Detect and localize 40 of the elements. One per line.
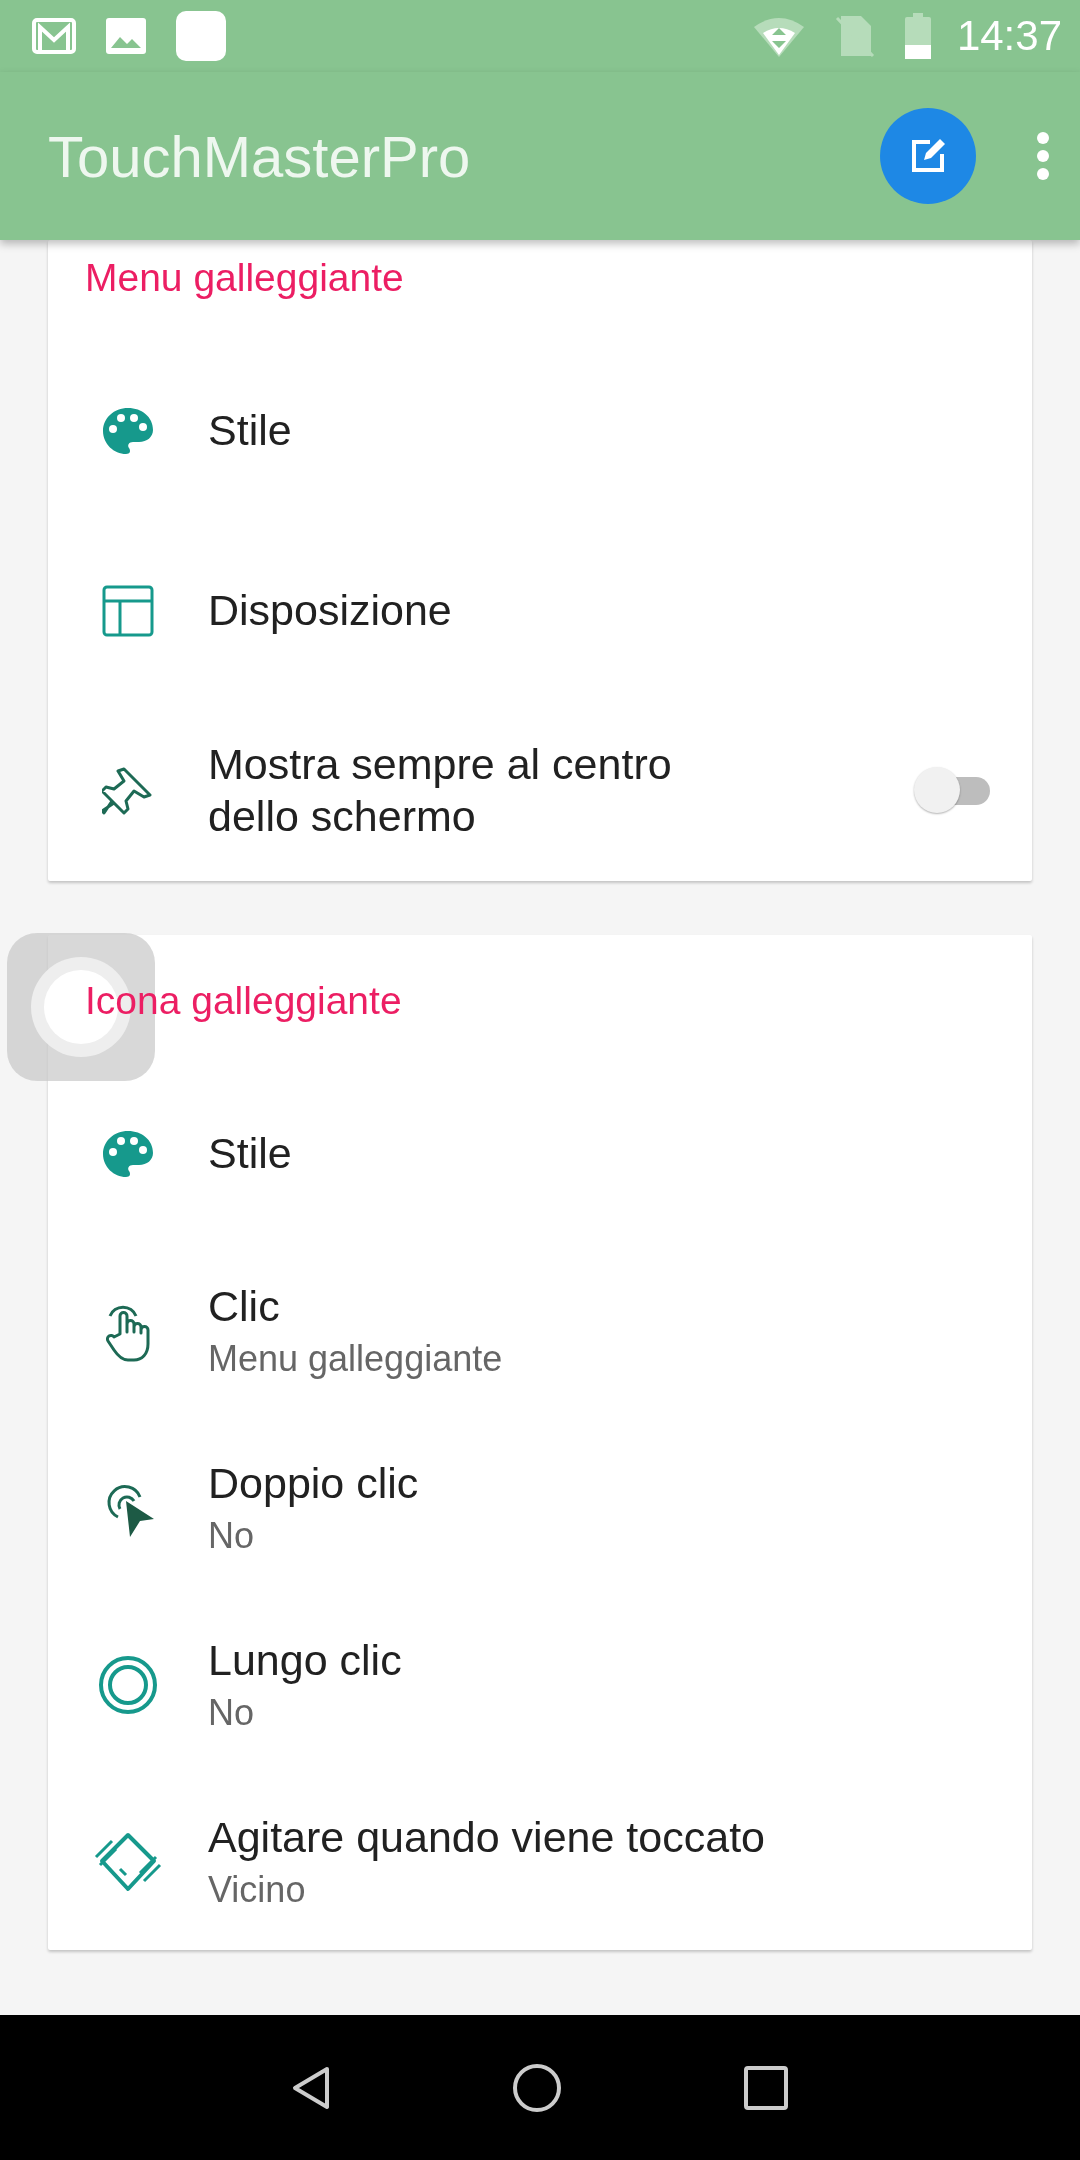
item-title: Doppio clic — [208, 1457, 420, 1509]
item-title: Agitare quando viene toccato — [208, 1811, 766, 1863]
palette-icon — [102, 407, 154, 455]
wifi-icon — [752, 15, 805, 57]
menu-icon — [1036, 131, 1050, 181]
item-summary: No — [208, 1692, 256, 1735]
no-sim-icon — [834, 14, 875, 58]
item-title: Clic — [208, 1280, 281, 1332]
settings-item[interactable]: Lungo clic No — [48, 1596, 1032, 1773]
settings-item[interactable]: Agitare quando viene toccato Vicino — [48, 1773, 1032, 1950]
shaking-phone-icon — [94, 1830, 162, 1893]
ring-icon — [98, 1654, 158, 1715]
item-summary: No — [208, 1515, 256, 1558]
item-title: Mostra sempre al centro dello schermo — [208, 739, 673, 842]
item-title: Stile — [208, 405, 293, 457]
app-title: TouchMasterPro — [48, 122, 472, 190]
settings-item[interactable]: Stile — [48, 1065, 1032, 1242]
app-icon — [176, 11, 226, 61]
recents-icon[interactable] — [743, 2064, 790, 2111]
settings-item[interactable]: Mostra sempre al centro dello schermo — [48, 701, 1032, 881]
battery-icon — [904, 13, 931, 59]
settings-item[interactable]: Clic Menu galleggiante — [48, 1242, 1032, 1419]
item-title: Disposizione — [208, 585, 453, 637]
section-header: Menu galleggiante — [85, 256, 404, 301]
settings-item[interactable]: Doppio clic No — [48, 1419, 1032, 1596]
clock: 14:37 — [956, 12, 1062, 60]
item-summary: Vicino — [208, 1869, 307, 1912]
item-title: Stile — [208, 1127, 293, 1179]
pin-icon — [102, 765, 154, 817]
item-summary: Menu galleggiante — [208, 1338, 504, 1381]
item-title: Lungo clic — [208, 1634, 403, 1686]
settings-item[interactable]: Disposizione — [48, 521, 1032, 701]
settings-item[interactable]: Stile — [48, 341, 1032, 521]
section-header: Icona galleggiante — [85, 979, 402, 1024]
back-icon[interactable] — [290, 2065, 331, 2110]
mail-icon — [32, 18, 76, 54]
palette-icon — [102, 1129, 154, 1178]
layout-icon — [102, 585, 154, 637]
image-icon — [106, 18, 146, 54]
home-icon[interactable] — [512, 2062, 562, 2113]
